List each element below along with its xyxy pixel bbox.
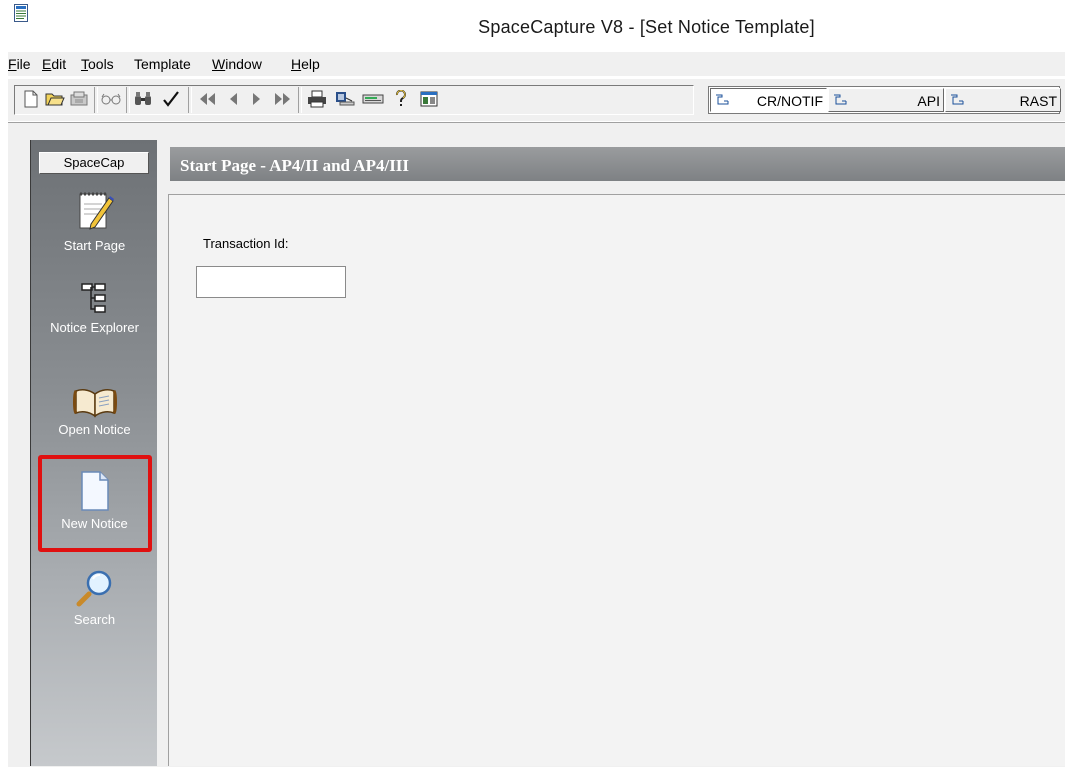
- sidebar-item-label: Open Notice: [58, 422, 131, 437]
- toolbar-separator: [298, 87, 302, 113]
- sidebar-item-search[interactable]: Search: [31, 568, 158, 627]
- template-rast-button[interactable]: RAST: [945, 88, 1061, 112]
- menu-window[interactable]: Window: [212, 56, 262, 72]
- toolbar-separator: [188, 87, 192, 113]
- template-label: API: [917, 93, 940, 109]
- magnifier-icon: [31, 568, 158, 608]
- next-icon[interactable]: [246, 86, 268, 112]
- first-icon[interactable]: [196, 86, 218, 112]
- save-icon[interactable]: [68, 86, 90, 112]
- sidebar: SpaceCap Start Page Notice Explorer Open…: [30, 140, 157, 766]
- glasses-icon[interactable]: [100, 86, 122, 112]
- menu-edit[interactable]: Edit: [42, 56, 66, 72]
- toolbar-separator: [94, 87, 98, 113]
- menu-template[interactable]: Template: [134, 56, 191, 72]
- sidebar-item-label: Start Page: [63, 238, 126, 253]
- open-folder-icon[interactable]: [44, 86, 66, 112]
- sidebar-header[interactable]: SpaceCap: [39, 152, 149, 174]
- template-icon: [834, 94, 847, 105]
- title-bar: SpaceCapture V8 - [Set Notice Template]: [8, 0, 1065, 42]
- toolbar: CR/NOTIF API RAST: [8, 78, 1065, 121]
- menu-file[interactable]: File: [8, 56, 31, 72]
- menu-help[interactable]: Help: [291, 56, 320, 72]
- sidebar-item-notice-explorer[interactable]: Notice Explorer: [31, 280, 158, 335]
- page-title: Start Page - AP4/II and AP4/III: [180, 156, 410, 175]
- export-icon[interactable]: [334, 86, 356, 112]
- template-label: RAST: [1019, 93, 1057, 109]
- template-cr-notif-button[interactable]: CR/NOTIF: [710, 88, 827, 112]
- template-label: CR/NOTIF: [756, 93, 823, 109]
- template-icon: [951, 94, 964, 105]
- sidebar-item-open-notice[interactable]: Open Notice: [31, 386, 158, 437]
- page-header: Start Page - AP4/II and AP4/III: [170, 147, 1065, 181]
- template-selector: CR/NOTIF API RAST: [708, 86, 1061, 114]
- template-icon: [716, 94, 729, 105]
- toolbar-separator: [126, 87, 130, 113]
- sidebar-item-label: Search: [73, 612, 116, 627]
- window-title: SpaceCapture V8 - [Set Notice Template]: [478, 17, 815, 37]
- open-book-icon: [31, 386, 158, 418]
- transaction-id-label: Transaction Id:: [203, 236, 289, 251]
- previous-icon[interactable]: [222, 86, 244, 112]
- last-icon[interactable]: [272, 86, 294, 112]
- sidebar-item-label: Notice Explorer: [50, 320, 139, 335]
- template-api-button[interactable]: API: [828, 88, 944, 112]
- database-icon[interactable]: [362, 86, 384, 112]
- transaction-id-input[interactable]: [196, 266, 346, 298]
- notepad-pencil-icon: [31, 190, 158, 234]
- window-icon[interactable]: [418, 86, 440, 112]
- sidebar-item-start-page[interactable]: Start Page: [31, 190, 158, 253]
- help-icon[interactable]: [390, 86, 412, 112]
- new-notice-highlight: [38, 455, 152, 552]
- print-icon[interactable]: [306, 86, 328, 112]
- new-doc-icon[interactable]: [20, 86, 42, 112]
- tree-icon: [31, 280, 158, 316]
- menu-bar: File Edit Tools Template Window Help: [8, 52, 1065, 76]
- menu-tools[interactable]: Tools: [81, 56, 114, 72]
- checkmark-icon[interactable]: [160, 86, 182, 112]
- binoculars-icon[interactable]: [132, 86, 154, 112]
